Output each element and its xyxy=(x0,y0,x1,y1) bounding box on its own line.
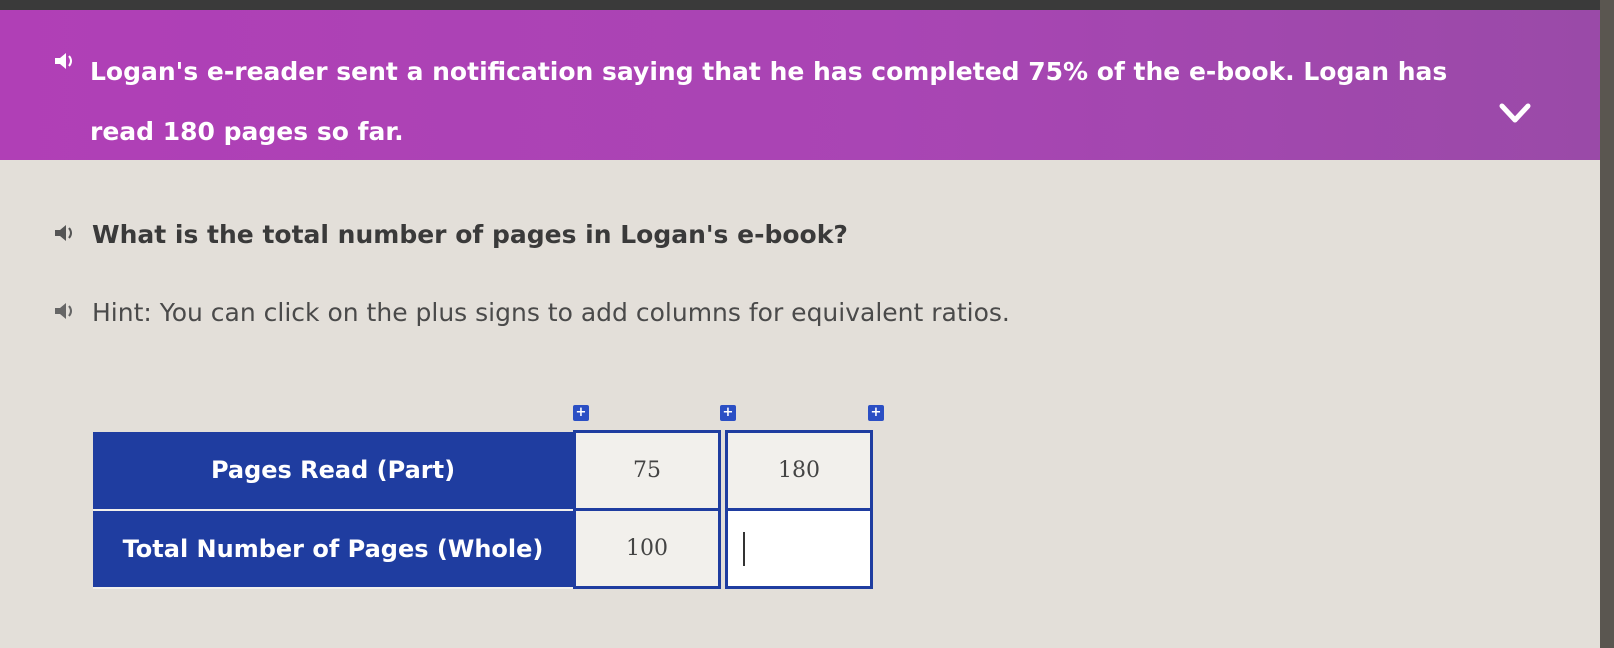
text-cursor xyxy=(743,531,745,566)
question-text: What is the total number of pages in Log… xyxy=(92,220,848,249)
chevron-down-icon[interactable] xyxy=(1498,100,1532,126)
ratio-cell: 75 xyxy=(573,430,721,511)
table-row: Total Number of Pages (Whole) 100 xyxy=(93,508,873,589)
add-column-plus-button[interactable]: + xyxy=(720,405,736,421)
add-column-plus-button[interactable]: + xyxy=(868,405,884,421)
hint-text: Hint: You can click on the plus signs to… xyxy=(92,298,1010,327)
problem-banner: Logan's e-reader sent a notification say… xyxy=(0,10,1600,160)
problem-text: Logan's e-reader sent a notification say… xyxy=(90,57,1448,146)
ratio-cell: 180 xyxy=(725,430,873,511)
speaker-icon[interactable] xyxy=(52,222,76,244)
ratio-table: Pages Read (Part) 75 180 Total Number of… xyxy=(93,430,873,589)
screen-bezel-top xyxy=(0,0,1614,10)
row-header-part: Pages Read (Part) xyxy=(93,431,575,511)
speaker-icon[interactable] xyxy=(52,300,76,322)
row-header-whole: Total Number of Pages (Whole) xyxy=(93,509,575,589)
screen: Logan's e-reader sent a notification say… xyxy=(0,0,1600,648)
screen-bezel-right xyxy=(1600,0,1614,648)
speaker-icon[interactable] xyxy=(52,50,76,72)
table-row: Pages Read (Part) 75 180 xyxy=(93,430,873,511)
answer-input-cell[interactable] xyxy=(725,508,873,589)
ratio-cell: 100 xyxy=(573,508,721,589)
add-column-plus-button[interactable]: + xyxy=(573,405,589,421)
